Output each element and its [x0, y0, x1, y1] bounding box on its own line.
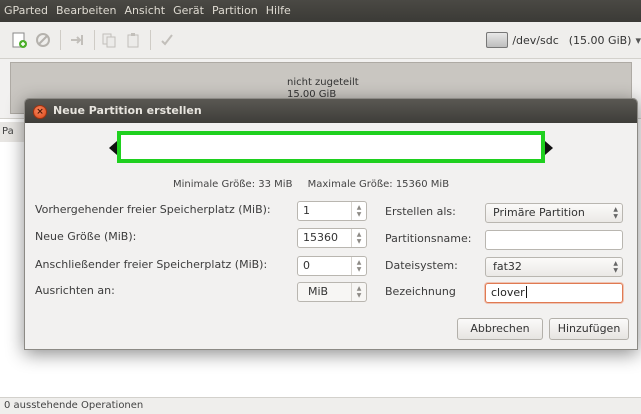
menu-ansicht[interactable]: Ansicht — [120, 4, 169, 17]
partition-size-visual[interactable] — [117, 131, 545, 163]
following-free-label: Anschließender freier Speicherplatz (MiB… — [35, 258, 268, 271]
device-name: /dev/sdc — [512, 33, 559, 47]
resize-right-handle[interactable] — [545, 141, 553, 155]
spinner-arrows-icon[interactable]: ▲ ▼ — [351, 202, 366, 220]
toolbar: /dev/sdc (15.00 GiB) ▾ — [0, 22, 641, 59]
menu-bearbeiten[interactable]: Bearbeiten — [52, 4, 120, 17]
resize-left-handle[interactable] — [109, 141, 117, 155]
text-caret — [525, 286, 527, 298]
create-as-value: Primäre Partition — [493, 206, 585, 219]
following-free-value: 0 — [303, 259, 310, 272]
create-as-label: Erstellen als: — [385, 205, 456, 218]
partition-name-label: Partitionsname: — [385, 232, 472, 245]
add-button[interactable]: Hinzufügen — [549, 318, 629, 340]
device-size: (15.00 GiB) — [568, 33, 632, 47]
min-size-text: Minimale Größe: 33 MiB — [173, 179, 293, 190]
menubar: GParted Bearbeiten Ansicht Gerät Partition Hi… — [0, 0, 641, 22]
partition-name-field[interactable] — [485, 230, 623, 250]
chevron-updown-icon: ▲ ▼ — [613, 260, 618, 274]
unallocated-text: nicht zugeteilt — [287, 77, 359, 88]
menu-partition[interactable]: Partition — [208, 4, 262, 17]
filesystem-select[interactable]: fat32 ▲ ▼ — [485, 257, 623, 277]
new-partition-icon[interactable] — [10, 31, 28, 49]
filesystem-label: Dateisystem: — [385, 259, 458, 272]
label-field-text: clover — [491, 284, 527, 302]
close-icon[interactable]: × — [33, 105, 47, 119]
toolbar-separator — [150, 30, 151, 50]
align-label: Ausrichten an: — [35, 284, 115, 297]
drive-icon — [486, 32, 509, 48]
paste-icon[interactable] — [124, 31, 142, 49]
new-size-value: 15360 — [303, 231, 338, 244]
menu-gparted[interactable]: GParted — [0, 4, 52, 17]
new-size-spinner[interactable]: 15360 ▲ ▼ — [297, 228, 367, 248]
new-partition-dialog: × Neue Partition erstellen Minimale Größ… — [24, 98, 638, 350]
delete-icon[interactable] — [34, 31, 52, 49]
prev-free-label: Vorhergehender freier Speicherplatz (MiB… — [35, 203, 271, 216]
spinner-arrows-icon[interactable]: ▲ ▼ — [351, 229, 366, 247]
toolbar-separator — [60, 30, 61, 50]
label-value: clover — [491, 286, 525, 299]
dialog-titlebar: × Neue Partition erstellen — [25, 99, 637, 123]
new-size-label: Neue Größe (MiB): — [35, 230, 137, 243]
toolbar-separator — [94, 30, 95, 50]
chevron-down-icon: ▾ — [635, 33, 641, 47]
following-free-spinner[interactable]: 0 ▲ ▼ — [297, 256, 367, 276]
align-select[interactable]: MiB ▲ ▼ — [297, 282, 367, 302]
menu-hilfe[interactable]: Hilfe — [262, 4, 295, 17]
menu-geraet[interactable]: Gerät — [169, 4, 208, 17]
apply-icon[interactable] — [158, 31, 176, 49]
chevron-updown-icon: ▲ ▼ — [351, 283, 366, 301]
cancel-button[interactable]: Abbrechen — [457, 318, 543, 340]
label-field[interactable]: clover — [485, 283, 623, 303]
prev-free-spinner[interactable]: 1 ▲ ▼ — [297, 201, 367, 221]
align-value: MiB — [308, 285, 329, 298]
max-size-text: Maximale Größe: 15360 MiB — [307, 179, 450, 190]
resize-move-icon[interactable] — [68, 31, 86, 49]
chevron-updown-icon: ▲ ▼ — [613, 206, 618, 220]
dialog-title: Neue Partition erstellen — [53, 104, 202, 117]
prev-free-value: 1 — [303, 204, 310, 217]
filesystem-value: fat32 — [493, 260, 522, 273]
label-label: Bezeichnung — [385, 285, 456, 298]
spinner-arrows-icon[interactable]: ▲ ▼ — [351, 257, 366, 275]
size-limits: Minimale Größe: 33 MiB Maximale Größe: 1… — [173, 179, 449, 190]
device-selector[interactable]: /dev/sdc (15.00 GiB) ▾ — [486, 26, 641, 54]
copy-icon[interactable] — [100, 31, 118, 49]
status-bar: 0 ausstehende Operationen — [0, 397, 641, 414]
create-as-select[interactable]: Primäre Partition ▲ ▼ — [485, 203, 623, 223]
